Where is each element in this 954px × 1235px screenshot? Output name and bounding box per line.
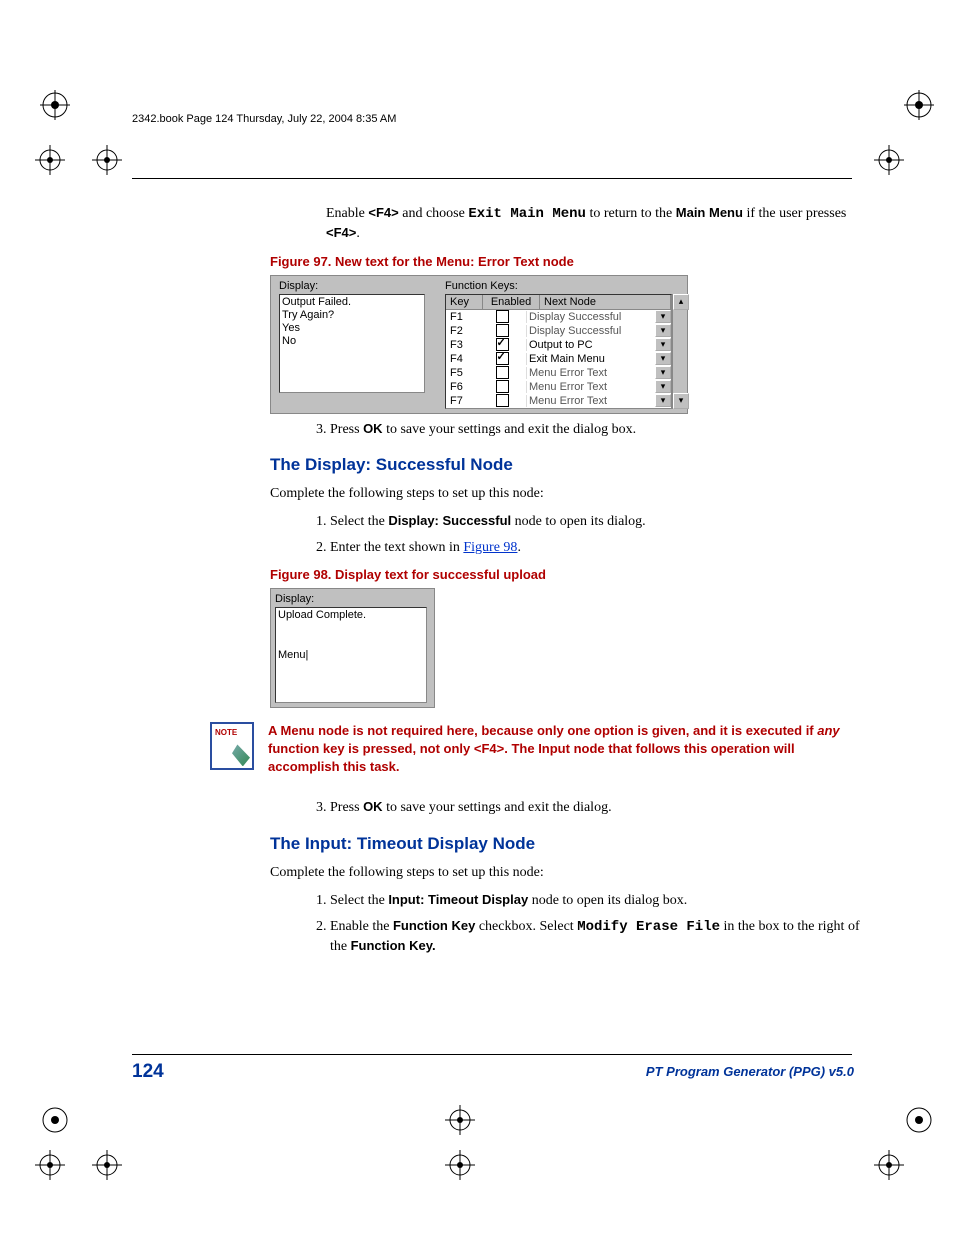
section1-step-2: Enter the text shown in Figure 98. bbox=[330, 538, 860, 558]
main-menu-text: Main Menu bbox=[676, 205, 743, 220]
dropdown-icon[interactable]: ▾ bbox=[655, 352, 671, 365]
scroll-down-icon[interactable]: ▾ bbox=[673, 393, 689, 409]
display-label: Display: bbox=[275, 593, 430, 605]
display-textarea[interactable]: Upload Complete. Menu| bbox=[275, 607, 427, 703]
intro-paragraph: Enable <F4> and choose Exit Main Menu to… bbox=[326, 204, 860, 244]
key-f4: <F4> bbox=[368, 205, 398, 220]
crop-mark-icon bbox=[874, 145, 904, 175]
crop-mark-icon bbox=[40, 90, 70, 120]
section1-step-1: Select the Display: Successful node to o… bbox=[330, 512, 860, 532]
fk-enabled-checkbox[interactable] bbox=[478, 380, 526, 393]
note-text: A Menu node is not required here, becaus… bbox=[268, 722, 860, 775]
section2-intro: Complete the following steps to set up t… bbox=[270, 864, 860, 883]
footer-title: PT Program Generator (PPG) v5.0 bbox=[646, 1064, 854, 1079]
scrollbar[interactable]: ▴ ▾ bbox=[672, 294, 687, 409]
fk-key: F5 bbox=[446, 367, 478, 379]
function-keys-table: Key Enabled Next Node F1 Display Successf… bbox=[445, 294, 672, 409]
note-icon bbox=[210, 722, 254, 770]
section2-step-1: Select the Input: Timeout Display node t… bbox=[330, 891, 860, 911]
display-label: Display: bbox=[279, 280, 425, 292]
dropdown-icon[interactable]: ▾ bbox=[655, 394, 671, 407]
crop-mark-icon bbox=[445, 1105, 475, 1135]
fk-enabled-checkbox[interactable] bbox=[478, 310, 526, 323]
crop-mark-icon bbox=[874, 1150, 904, 1180]
fk-enabled-checkbox[interactable] bbox=[478, 352, 526, 365]
figure-98-dialog: Display: Upload Complete. Menu| bbox=[270, 588, 435, 708]
scroll-up-icon[interactable]: ▴ bbox=[673, 294, 689, 310]
page-number: 124 bbox=[132, 1061, 164, 1083]
function-keys-label: Function Keys: bbox=[445, 280, 687, 292]
dropdown-icon[interactable]: ▾ bbox=[655, 338, 671, 351]
fk-enabled-checkbox[interactable] bbox=[478, 394, 526, 407]
section1-intro: Complete the following steps to set up t… bbox=[270, 485, 860, 504]
key-f4: <F4> bbox=[326, 225, 356, 240]
crop-mark-icon bbox=[40, 1105, 70, 1135]
crop-mark-icon bbox=[92, 1150, 122, 1180]
section-heading-display-successful: The Display: Successful Node bbox=[270, 455, 860, 475]
fk-next-node: Menu Error Text bbox=[526, 367, 655, 379]
fk-key: F4 bbox=[446, 353, 478, 365]
section1-step-3: Press OK to save your settings and exit … bbox=[330, 798, 860, 818]
function-key-row[interactable]: F6 Menu Error Text▾ bbox=[446, 380, 671, 394]
figure-97-caption: Figure 97. New text for the Menu: Error … bbox=[270, 254, 860, 269]
fk-next-node: Display Successful bbox=[526, 325, 655, 337]
crop-mark-icon bbox=[35, 145, 65, 175]
section-heading-input-timeout: The Input: Timeout Display Node bbox=[270, 834, 860, 854]
dropdown-icon[interactable]: ▾ bbox=[655, 324, 671, 337]
fk-enabled-checkbox[interactable] bbox=[478, 366, 526, 379]
function-key-row[interactable]: F5 Menu Error Text▾ bbox=[446, 366, 671, 380]
figure-97-dialog: Display: Output Failed. Try Again? Yes N… bbox=[270, 275, 688, 414]
col-enabled[interactable]: Enabled bbox=[483, 295, 540, 309]
step-3: Press OK to save your settings and exit … bbox=[330, 420, 860, 440]
dropdown-icon[interactable]: ▾ bbox=[655, 310, 671, 323]
function-key-row[interactable]: F3 Output to PC▾ bbox=[446, 338, 671, 352]
fk-next-node: Menu Error Text bbox=[526, 381, 655, 393]
footer-rule bbox=[132, 1054, 852, 1055]
figure-98-caption: Figure 98. Display text for successful u… bbox=[270, 567, 860, 582]
running-head: 2342.book Page 124 Thursday, July 22, 20… bbox=[132, 113, 396, 125]
fk-key: F2 bbox=[446, 325, 478, 337]
crop-mark-icon bbox=[92, 145, 122, 175]
ok-text: OK bbox=[363, 421, 383, 436]
col-key[interactable]: Key bbox=[446, 295, 483, 309]
col-next-node[interactable]: Next Node bbox=[540, 295, 671, 309]
function-key-row[interactable]: F2 Display Successful▾ bbox=[446, 324, 671, 338]
fk-next-node: Exit Main Menu bbox=[526, 353, 655, 365]
header-rule bbox=[132, 178, 852, 179]
crop-mark-icon bbox=[904, 90, 934, 120]
function-key-row[interactable]: F1 Display Successful▾ bbox=[446, 310, 671, 324]
fk-key: F7 bbox=[446, 395, 478, 407]
fk-next-node: Display Successful bbox=[526, 311, 655, 323]
crop-mark-icon bbox=[904, 1105, 934, 1135]
crop-mark-icon bbox=[445, 1150, 475, 1180]
function-key-row[interactable]: F7 Menu Error Text▾ bbox=[446, 394, 671, 408]
fk-next-node: Menu Error Text bbox=[526, 395, 655, 407]
section2-step-2: Enable the Function Key checkbox. Select… bbox=[330, 917, 860, 957]
function-key-row[interactable]: F4 Exit Main Menu▾ bbox=[446, 352, 671, 366]
fk-next-node: Output to PC bbox=[526, 339, 655, 351]
dropdown-icon[interactable]: ▾ bbox=[655, 366, 671, 379]
exit-main-menu-text: Exit Main Menu bbox=[468, 206, 586, 222]
dropdown-icon[interactable]: ▾ bbox=[655, 380, 671, 393]
crop-mark-icon bbox=[35, 1150, 65, 1180]
fk-key: F3 bbox=[446, 339, 478, 351]
note-block: A Menu node is not required here, becaus… bbox=[210, 722, 860, 775]
fk-key: F6 bbox=[446, 381, 478, 393]
display-textarea[interactable]: Output Failed. Try Again? Yes No bbox=[279, 294, 425, 393]
figure-98-link[interactable]: Figure 98 bbox=[463, 540, 517, 555]
fk-key: F1 bbox=[446, 311, 478, 323]
ok-text: OK bbox=[363, 799, 383, 814]
